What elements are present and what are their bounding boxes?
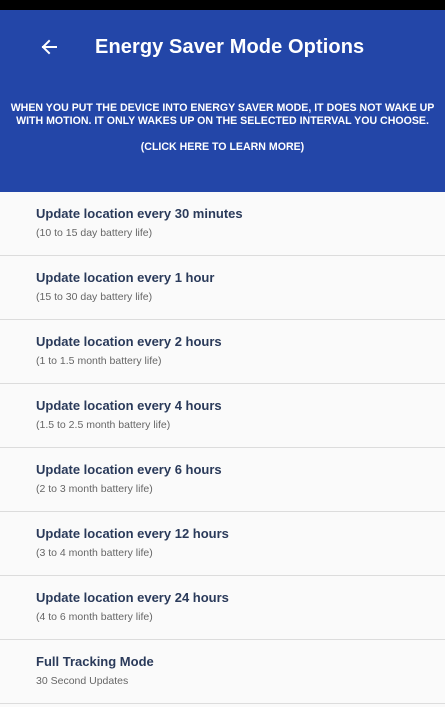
option-title: Update location every 30 minutes — [36, 206, 243, 221]
option-1-hour[interactable]: Update location every 1 hour (15 to 30 d… — [0, 256, 445, 320]
app-bar: Energy Saver Mode Options — [0, 10, 445, 84]
page-title: Energy Saver Mode Options — [95, 35, 365, 58]
option-title: Update location every 4 hours — [36, 398, 222, 413]
option-title: Update location every 24 hours — [36, 590, 229, 605]
option-title: Update location every 1 hour — [36, 270, 215, 285]
option-subtitle: (10 to 15 day battery life) — [36, 227, 153, 239]
screen: Energy Saver Mode Options WHEN YOU PUT T… — [0, 10, 445, 707]
option-subtitle: (1.5 to 2.5 month battery life) — [36, 419, 171, 431]
option-4-hours[interactable]: Update location every 4 hours (1.5 to 2.… — [0, 384, 445, 448]
option-30-minutes[interactable]: Update location every 30 minutes (10 to … — [0, 192, 445, 256]
option-title: Full Tracking Mode — [36, 654, 154, 669]
option-24-hours[interactable]: Update location every 24 hours (4 to 6 m… — [0, 576, 445, 640]
option-6-hours[interactable]: Update location every 6 hours (2 to 3 mo… — [0, 448, 445, 512]
learn-more-link[interactable]: (CLICK HERE TO LEARN MORE) — [6, 141, 439, 153]
options-list: Update location every 30 minutes (10 to … — [0, 192, 445, 704]
option-subtitle: (1 to 1.5 month battery life) — [36, 355, 162, 367]
arrow-back-icon — [41, 39, 57, 55]
banner-message: WHEN YOU PUT THE DEVICE INTO ENERGY SAVE… — [10, 102, 435, 127]
option-subtitle: (15 to 30 day battery life) — [36, 291, 153, 303]
info-banner: WHEN YOU PUT THE DEVICE INTO ENERGY SAVE… — [0, 84, 445, 192]
option-subtitle: 30 Second Updates — [36, 675, 129, 687]
option-subtitle: (2 to 3 month battery life) — [36, 483, 153, 495]
option-12-hours[interactable]: Update location every 12 hours (3 to 4 m… — [0, 512, 445, 576]
option-2-hours[interactable]: Update location every 2 hours (1 to 1.5 … — [0, 320, 445, 384]
option-title: Update location every 12 hours — [36, 526, 229, 541]
option-subtitle: (3 to 4 month battery life) — [36, 547, 153, 559]
option-full-tracking[interactable]: Full Tracking Mode 30 Second Updates — [0, 640, 445, 704]
option-title: Update location every 2 hours — [36, 334, 222, 349]
back-button[interactable] — [34, 32, 64, 62]
option-title: Update location every 6 hours — [36, 462, 222, 477]
option-subtitle: (4 to 6 month battery life) — [36, 611, 153, 623]
